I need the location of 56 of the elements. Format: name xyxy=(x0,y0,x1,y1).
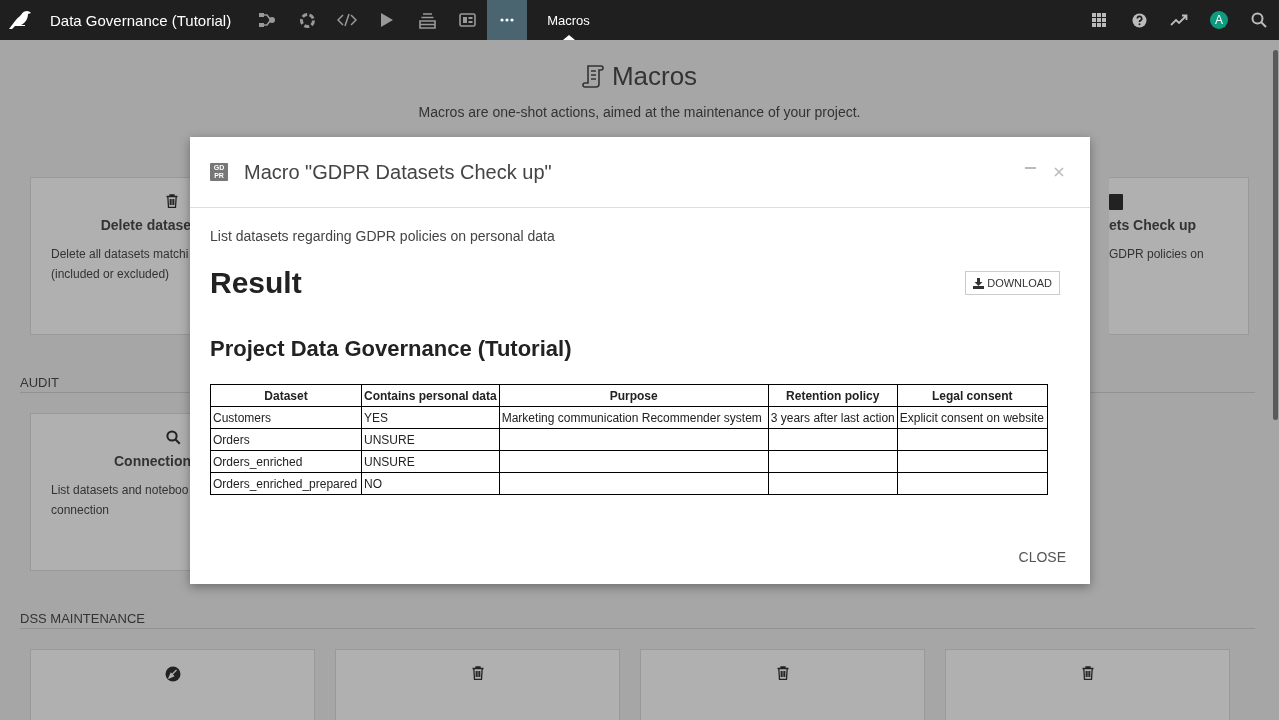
table-cell: Orders_enriched xyxy=(210,450,362,473)
macro-description: List datasets regarding GDPR policies on personal data xyxy=(210,228,556,244)
table-cell: 3 years after last action xyxy=(768,406,898,429)
modal-title: Macro "GDPR Datasets Check up" xyxy=(244,160,553,184)
macro-card[interactable]: Connection List datasets and noteboo connection xyxy=(30,413,190,571)
column-header: Contains personal data xyxy=(361,384,500,407)
page-title: Macros xyxy=(611,60,698,92)
column-header: Purpose xyxy=(499,384,769,407)
card-description: GDPR policies on xyxy=(1109,246,1205,263)
table-cell: Marketing communication Recommender system xyxy=(499,406,769,429)
stack-icon xyxy=(418,11,436,29)
table-cell: Orders_enriched_prepared xyxy=(210,472,362,495)
table-cell: Customers xyxy=(210,406,362,429)
table-cell: Orders xyxy=(210,428,362,451)
search-icon xyxy=(166,430,181,446)
play-icon xyxy=(380,12,395,28)
result-heading: Result xyxy=(210,266,302,300)
card-title: ets Check up xyxy=(1109,216,1198,235)
section-heading: AUDIT xyxy=(20,375,59,390)
column-header: Dataset xyxy=(210,384,362,407)
download-icon xyxy=(973,277,985,289)
table-cell: YES xyxy=(361,406,500,429)
code-icon xyxy=(337,13,358,27)
download-button[interactable]: DOWNLOAD xyxy=(965,271,1060,295)
more-tool[interactable] xyxy=(487,0,528,40)
card-description: List datasets and noteboo xyxy=(51,482,190,499)
trash-icon xyxy=(471,666,484,682)
bird-logo[interactable] xyxy=(8,10,32,30)
dashboard-icon xyxy=(458,13,476,27)
column-header: Legal consent xyxy=(897,384,1048,407)
card-description: (included or excluded) xyxy=(51,266,171,283)
scrollbar-thumb[interactable] xyxy=(1273,50,1278,420)
card-title: Delete datase xyxy=(99,216,191,235)
close-button[interactable]: CLOSE xyxy=(1018,549,1066,565)
table-cell: UNSURE xyxy=(361,428,500,451)
scroll-icon xyxy=(581,64,604,88)
current-page-tab[interactable]: Macros xyxy=(527,0,610,40)
cycle-icon xyxy=(298,11,316,29)
flow-icon xyxy=(258,12,277,28)
project-title[interactable]: Data Governance (Tutorial) xyxy=(40,0,248,40)
column-header: Retention policy xyxy=(768,384,898,407)
trash-icon xyxy=(1081,666,1094,682)
card-description: Delete all datasets matchi xyxy=(51,246,190,263)
trash-icon xyxy=(166,194,178,210)
page-subtitle: Macros are one-shot actions, aimed at the maintenance of your project. xyxy=(417,103,862,122)
table-cell: UNSURE xyxy=(361,450,500,473)
section-heading: DSS MAINTENANCE xyxy=(20,611,145,626)
table-cell: NO xyxy=(361,472,500,495)
table-cell: Explicit consent on website xyxy=(897,406,1048,429)
card-title: Connection xyxy=(113,452,191,471)
macro-card[interactable]: ets Check up GDPR policies on xyxy=(1109,177,1249,335)
trash-icon xyxy=(776,666,789,682)
macro-card[interactable]: Delete datase Delete all datasets matchi (included or excluded) xyxy=(30,177,190,335)
card-description: connection xyxy=(51,502,111,519)
project-heading: Project Data Governance (Tutorial) xyxy=(210,336,573,362)
more-icon xyxy=(500,18,515,22)
